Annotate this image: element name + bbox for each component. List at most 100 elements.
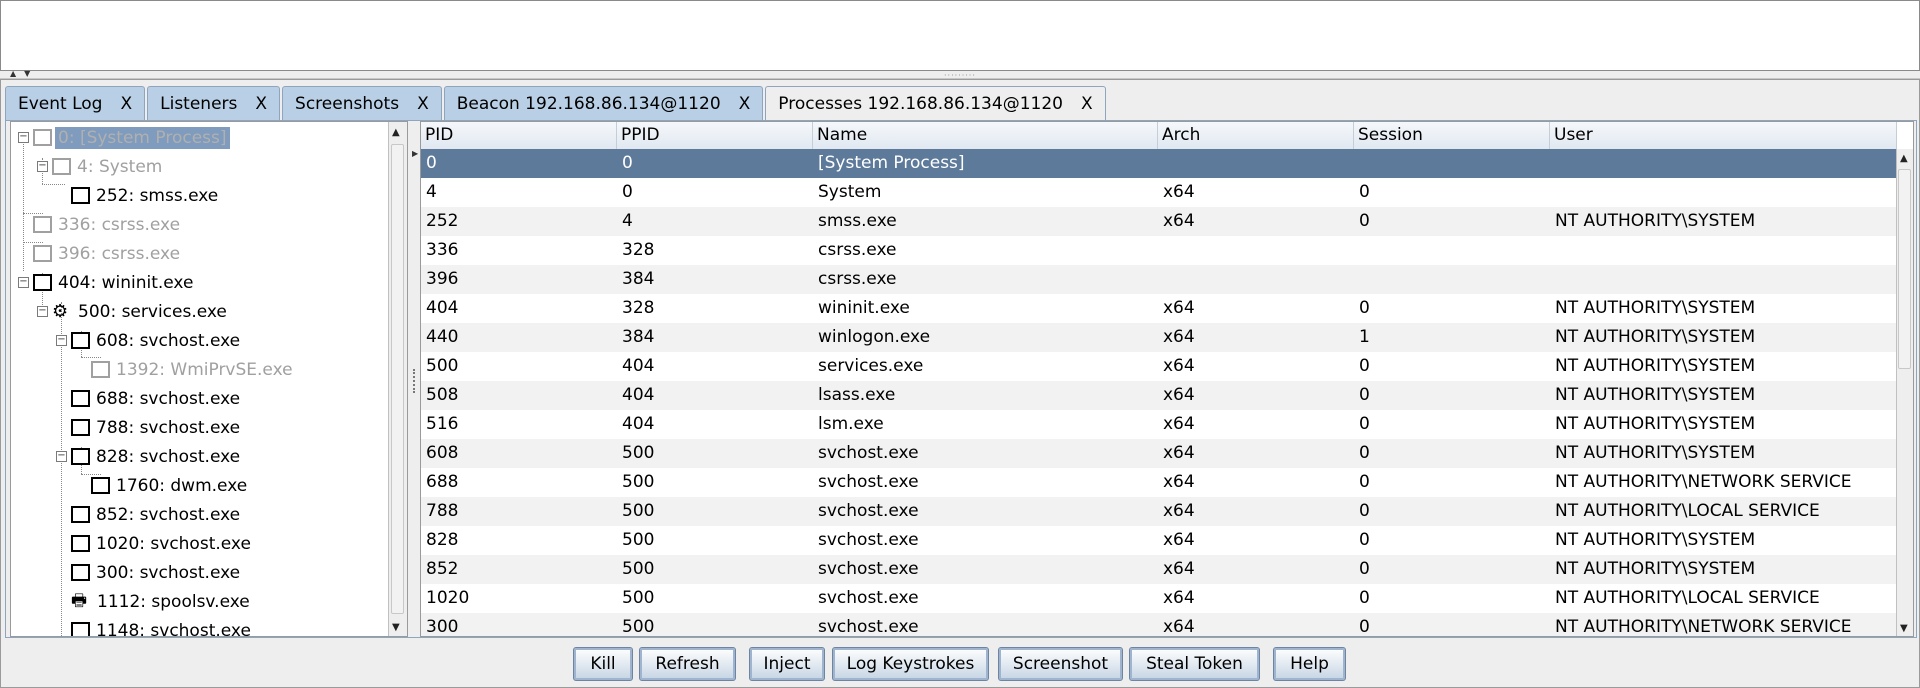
tree-collapse-icon[interactable]: − bbox=[18, 132, 29, 143]
tree-item[interactable]: 608: svchost.exe bbox=[71, 327, 243, 354]
tree-item[interactable]: 300: svchost.exe bbox=[71, 559, 243, 586]
scroll-up-icon[interactable]: ▲ bbox=[1900, 153, 1908, 164]
tree-item[interactable]: 4: System bbox=[52, 153, 165, 180]
tab-listeners[interactable]: Listeners X bbox=[147, 86, 281, 120]
tree-item[interactable]: 🖶 1112: spoolsv.exe bbox=[71, 588, 253, 615]
table-row[interactable]: 336 328 csrss.exe bbox=[421, 236, 1897, 265]
scroll-up-icon[interactable]: ▲ bbox=[392, 127, 400, 138]
refresh-button[interactable]: Refresh bbox=[639, 647, 736, 681]
tree-item-label: 1112: spoolsv.exe bbox=[97, 591, 250, 612]
tree-item-label: 500: services.exe bbox=[78, 301, 227, 322]
table-cell-name: svchost.exe bbox=[818, 559, 919, 579]
scroll-down-icon[interactable]: ▼ bbox=[1900, 623, 1908, 634]
table-cell-user bbox=[1550, 178, 1897, 207]
tree-item[interactable]: 852: svchost.exe bbox=[71, 501, 243, 528]
table-row[interactable]: 508 404 lsass.exe x64 0 NT AUTHORITY\SYSTEM bbox=[421, 381, 1897, 410]
table-scrollbar[interactable]: ▲ ▼ bbox=[1896, 149, 1913, 636]
table-row[interactable]: 404 328 wininit.exe x64 0 NT AUTHORITY\SYSTEM bbox=[421, 294, 1897, 323]
tree-connector bbox=[61, 302, 62, 636]
tree-item[interactable]: ⚙ 500: services.exe bbox=[52, 298, 230, 325]
column-header-pid[interactable]: PID bbox=[421, 122, 617, 149]
table-row[interactable]: 852 500 svchost.exe x64 0 NT AUTHORITY\SYSTEM bbox=[421, 555, 1897, 584]
tree-collapse-icon[interactable]: − bbox=[37, 161, 48, 172]
tree-item[interactable]: 1392: WmiPrvSE.exe bbox=[91, 356, 296, 383]
table-row[interactable]: 608 500 svchost.exe x64 0 NT AUTHORITY\SYSTEM bbox=[421, 439, 1897, 468]
tree-item[interactable]: 1760: dwm.exe bbox=[91, 472, 250, 499]
table-row[interactable]: 828 500 svchost.exe x64 0 NT AUTHORITY\SYSTEM bbox=[421, 526, 1897, 555]
split-collapse-arrows-icon[interactable]: ▲▼ bbox=[10, 69, 38, 78]
inject-button[interactable]: Inject bbox=[749, 647, 825, 681]
log-keystrokes-button[interactable]: Log Keystrokes bbox=[832, 647, 989, 681]
column-header-name[interactable]: Name bbox=[813, 122, 1158, 149]
table-row[interactable]: 688 500 svchost.exe x64 0 NT AUTHORITY\NETWOR… bbox=[421, 468, 1897, 497]
tab-close-icon[interactable]: X bbox=[255, 94, 267, 114]
table-cell-ppid: 404 bbox=[622, 414, 655, 434]
table-row[interactable]: 788 500 svchost.exe x64 0 NT AUTHORITY\LOCAL … bbox=[421, 497, 1897, 526]
steal-token-button[interactable]: Steal Token bbox=[1129, 647, 1260, 681]
table-row[interactable]: 500 404 services.exe x64 0 NT AUTHORITY\SYSTE… bbox=[421, 352, 1897, 381]
screenshot-button[interactable]: Screenshot bbox=[998, 647, 1123, 681]
tree-collapse-icon[interactable]: − bbox=[56, 451, 67, 462]
window-icon bbox=[91, 477, 110, 494]
column-header-session[interactable]: Session bbox=[1354, 122, 1550, 149]
tree-item-label: 1760: dwm.exe bbox=[116, 475, 248, 496]
column-header-ppid[interactable]: PPID bbox=[617, 122, 813, 149]
table-row[interactable]: 252 4 smss.exe x64 0 NT AUTHORITY\SYSTEM bbox=[421, 207, 1897, 236]
console-output-area[interactable] bbox=[0, 0, 1920, 71]
table-row[interactable]: 300 500 svchost.exe x64 0 NT AUTHORITY\NETWOR… bbox=[421, 613, 1897, 637]
column-header-arch[interactable]: Arch bbox=[1158, 122, 1354, 149]
table-row[interactable]: 0 0 [System Process] bbox=[421, 149, 1897, 178]
tree-item-label: 688: svchost.exe bbox=[96, 388, 241, 409]
table-row[interactable]: 516 404 lsm.exe x64 0 NT AUTHORITY\SYSTEM bbox=[421, 410, 1897, 439]
scroll-down-icon[interactable]: ▼ bbox=[392, 622, 400, 633]
table-cell-user: NT AUTHORITY\NETWORK SERVICE bbox=[1555, 617, 1852, 637]
tree-item[interactable]: 688: svchost.exe bbox=[71, 385, 243, 412]
table-cell-name: svchost.exe bbox=[818, 472, 919, 492]
tree-item[interactable]: 828: svchost.exe bbox=[71, 443, 243, 470]
tab-close-icon[interactable]: X bbox=[417, 94, 429, 114]
kill-button[interactable]: Kill bbox=[573, 647, 633, 681]
tree-item[interactable]: 1148: svchost.exe bbox=[71, 617, 254, 636]
tree-item[interactable]: 396: csrss.exe bbox=[33, 240, 183, 267]
window-icon bbox=[71, 622, 90, 636]
tab-close-icon[interactable]: X bbox=[120, 94, 132, 114]
process-table[interactable]: PID PPID Name Arch Session User 0 0 [System Pro… bbox=[420, 121, 1914, 637]
tab-event-log[interactable]: Event Log X bbox=[5, 86, 146, 120]
table-row[interactable]: 396 384 csrss.exe bbox=[421, 265, 1897, 294]
column-header-user[interactable]: User bbox=[1550, 122, 1897, 149]
tree-collapse-icon[interactable]: − bbox=[18, 277, 29, 288]
table-cell-arch: x64 bbox=[1163, 443, 1195, 463]
tree-item[interactable]: 788: svchost.exe bbox=[71, 414, 243, 441]
tree-item[interactable]: 1020: svchost.exe bbox=[71, 530, 254, 557]
tree-item[interactable]: 252: smss.exe bbox=[71, 182, 221, 209]
panel-divider[interactable]: ▶ bbox=[411, 121, 419, 637]
table-row[interactable]: 440 384 winlogon.exe x64 1 NT AUTHORITY\SYSTE… bbox=[421, 323, 1897, 352]
table-row[interactable]: 1020 500 svchost.exe x64 0 NT AUTHORITY\LOCAL… bbox=[421, 584, 1897, 613]
table-cell-pid: 0 bbox=[426, 153, 437, 173]
table-row[interactable]: 4 0 System x64 0 bbox=[421, 178, 1897, 207]
divider-arrow-icon[interactable]: ▶ bbox=[412, 149, 418, 158]
tree-scrollbar[interactable]: ▲ ▼ bbox=[388, 122, 407, 636]
split-pane-divider[interactable]: ▲▼ ········· bbox=[0, 69, 1920, 80]
tab-processes[interactable]: Processes 192.168.86.134@1120 X bbox=[765, 86, 1106, 120]
table-cell-user: NT AUTHORITY\LOCAL SERVICE bbox=[1555, 588, 1820, 608]
tree-item[interactable]: 336: csrss.exe bbox=[33, 211, 183, 238]
tab-beacon[interactable]: Beacon 192.168.86.134@1120 X bbox=[443, 86, 764, 120]
tab-close-icon[interactable]: X bbox=[739, 94, 751, 114]
scroll-thumb[interactable] bbox=[1898, 169, 1911, 369]
help-button[interactable]: Help bbox=[1273, 647, 1346, 681]
window-icon bbox=[71, 332, 90, 349]
process-tree[interactable]: − − − − − − 0: [System Process] 4: Syste… bbox=[10, 121, 408, 637]
window-icon bbox=[71, 448, 90, 465]
table-cell-arch: x64 bbox=[1163, 617, 1195, 637]
scroll-thumb[interactable] bbox=[391, 144, 404, 614]
tab-screenshots[interactable]: Screenshots X bbox=[282, 86, 442, 120]
tree-collapse-icon[interactable]: − bbox=[56, 335, 67, 346]
tree-collapse-icon[interactable]: − bbox=[37, 306, 48, 317]
tree-item[interactable]: 0: [System Process] bbox=[33, 124, 230, 151]
table-cell-ppid: 404 bbox=[622, 385, 655, 405]
table-cell-session: 0 bbox=[1359, 501, 1370, 521]
tree-item[interactable]: 404: wininit.exe bbox=[33, 269, 196, 296]
table-cell-name: svchost.exe bbox=[818, 443, 919, 463]
tab-close-icon[interactable]: X bbox=[1081, 94, 1093, 114]
